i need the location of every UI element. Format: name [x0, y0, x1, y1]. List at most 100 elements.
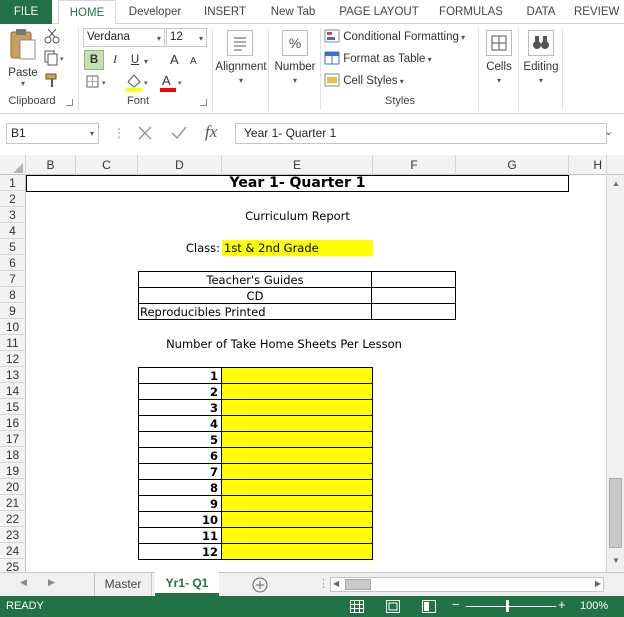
- column-header-h[interactable]: H: [569, 155, 607, 175]
- borders-icon[interactable]: ▾: [86, 74, 112, 90]
- horizontal-scrollbar[interactable]: ◀ ▶: [330, 577, 604, 592]
- material-label[interactable]: Reproducibles Printed: [138, 303, 372, 320]
- font-size-box[interactable]: 12 ▾: [166, 28, 207, 47]
- sheet-title[interactable]: Year 1- Quarter 1: [26, 175, 569, 192]
- row-header[interactable]: 15: [0, 399, 26, 415]
- row-header[interactable]: 12: [0, 351, 26, 367]
- tab-home[interactable]: HOME: [58, 0, 116, 25]
- column-header-d[interactable]: D: [138, 155, 222, 175]
- sheet-subtitle[interactable]: Curriculum Report: [222, 208, 373, 224]
- row-header[interactable]: 3: [0, 207, 26, 223]
- horizontal-scroll-thumb[interactable]: [345, 579, 371, 590]
- zoom-slider[interactable]: [466, 606, 556, 607]
- cancel-icon[interactable]: [136, 125, 154, 141]
- lesson-sheets-cell[interactable]: [221, 495, 373, 512]
- row-header[interactable]: 22: [0, 511, 26, 527]
- column-header-e[interactable]: E: [222, 155, 373, 175]
- lesson-sheets-cell[interactable]: [221, 511, 373, 528]
- clipboard-launcher-icon[interactable]: [66, 99, 73, 106]
- row-header[interactable]: 17: [0, 431, 26, 447]
- vertical-scrollbar[interactable]: ▲ ▼: [606, 175, 624, 572]
- lesson-header[interactable]: Number of Take Home Sheets Per Lesson: [138, 336, 458, 352]
- lesson-number[interactable]: 10: [138, 511, 222, 528]
- normal-view-icon[interactable]: [350, 600, 364, 613]
- column-header-c[interactable]: C: [76, 155, 138, 175]
- tab-file[interactable]: FILE: [0, 0, 52, 24]
- row-header[interactable]: 18: [0, 447, 26, 463]
- paste-button[interactable]: Paste ▾: [4, 28, 42, 90]
- tab-new-tab[interactable]: New Tab: [262, 0, 324, 24]
- lesson-sheets-cell[interactable]: [221, 383, 373, 400]
- lesson-number[interactable]: 12: [138, 543, 222, 560]
- lesson-sheets-cell[interactable]: [221, 399, 373, 416]
- zoom-slider-thumb[interactable]: [506, 600, 509, 612]
- row-header[interactable]: 9: [0, 303, 26, 319]
- cell-styles-button[interactable]: Cell Styles ▾: [324, 72, 474, 90]
- grow-font-button[interactable]: A: [170, 50, 184, 70]
- lesson-number[interactable]: 8: [138, 479, 222, 496]
- cut-icon[interactable]: [44, 28, 60, 44]
- lesson-number[interactable]: 6: [138, 447, 222, 464]
- name-box[interactable]: B1 ▾: [6, 123, 99, 144]
- zoom-in-icon[interactable]: +: [558, 597, 566, 612]
- row-header[interactable]: 2: [0, 191, 26, 207]
- lesson-sheets-cell[interactable]: [221, 543, 373, 560]
- format-painter-icon[interactable]: [44, 72, 60, 88]
- material-value-cell[interactable]: [372, 287, 456, 304]
- expand-formula-bar-icon[interactable]: ⌄: [604, 125, 613, 138]
- row-header[interactable]: 5: [0, 239, 26, 255]
- font-name-box[interactable]: Verdana ▾: [83, 28, 165, 47]
- select-all-corner[interactable]: [0, 155, 26, 175]
- lesson-sheets-cell[interactable]: [221, 415, 373, 432]
- italic-button[interactable]: I: [106, 50, 124, 70]
- column-header-b[interactable]: B: [26, 155, 76, 175]
- row-header[interactable]: 4: [0, 223, 26, 239]
- lesson-sheets-cell[interactable]: [221, 367, 373, 384]
- tab-page-layout[interactable]: PAGE LAYOUT: [332, 0, 426, 24]
- worksheet-grid[interactable]: Year 1- Quarter 1 Curriculum Report Clas…: [26, 175, 606, 572]
- formula-input[interactable]: Year 1- Quarter 1: [235, 123, 607, 144]
- row-header[interactable]: 24: [0, 543, 26, 559]
- page-break-view-icon[interactable]: [422, 600, 436, 613]
- scroll-down-icon[interactable]: ▼: [609, 556, 623, 566]
- underline-button[interactable]: U: [126, 50, 144, 70]
- zoom-level[interactable]: 100%: [580, 600, 608, 612]
- vertical-scroll-thumb[interactable]: [609, 478, 622, 548]
- row-header[interactable]: 19: [0, 463, 26, 479]
- row-header[interactable]: 14: [0, 383, 26, 399]
- material-label[interactable]: CD: [138, 287, 372, 304]
- class-value[interactable]: 1st & 2nd Grade: [222, 240, 373, 256]
- row-header[interactable]: 10: [0, 319, 26, 335]
- column-header-f[interactable]: F: [373, 155, 456, 175]
- scroll-right-icon[interactable]: ▶: [595, 579, 601, 588]
- conditional-formatting-button[interactable]: Conditional Formatting ▾: [324, 28, 474, 46]
- lesson-number[interactable]: 7: [138, 463, 222, 480]
- lesson-sheets-cell[interactable]: [221, 527, 373, 544]
- font-launcher-icon[interactable]: [200, 99, 207, 106]
- material-label[interactable]: Teacher's Guides: [138, 271, 372, 288]
- row-header[interactable]: 13: [0, 367, 26, 383]
- lesson-number[interactable]: 4: [138, 415, 222, 432]
- sheet-tab-master[interactable]: Master: [94, 573, 152, 596]
- lesson-sheets-cell[interactable]: [221, 447, 373, 464]
- lesson-number[interactable]: 3: [138, 399, 222, 416]
- scroll-tabs-right-icon[interactable]: ▶: [48, 577, 55, 588]
- row-header[interactable]: 7: [0, 271, 26, 287]
- material-value-cell[interactable]: [372, 303, 456, 320]
- lesson-number[interactable]: 5: [138, 431, 222, 448]
- lesson-number[interactable]: 2: [138, 383, 222, 400]
- lesson-number[interactable]: 1: [138, 367, 222, 384]
- row-header[interactable]: 21: [0, 495, 26, 511]
- tab-developer[interactable]: Developer: [122, 0, 188, 24]
- material-value-cell[interactable]: [372, 271, 456, 288]
- class-label[interactable]: Class:: [138, 240, 222, 256]
- new-sheet-icon[interactable]: [251, 576, 269, 594]
- row-header[interactable]: 23: [0, 527, 26, 543]
- lesson-number[interactable]: 11: [138, 527, 222, 544]
- underline-dropdown-icon[interactable]: ▾: [144, 57, 148, 66]
- format-as-table-button[interactable]: Format as Table ▾: [324, 50, 474, 68]
- fill-color-icon[interactable]: ▾: [124, 72, 152, 92]
- cells-button[interactable]: Cells ▾: [480, 28, 518, 90]
- editing-button[interactable]: Editing ▾: [520, 28, 562, 90]
- column-header-g[interactable]: G: [456, 155, 569, 175]
